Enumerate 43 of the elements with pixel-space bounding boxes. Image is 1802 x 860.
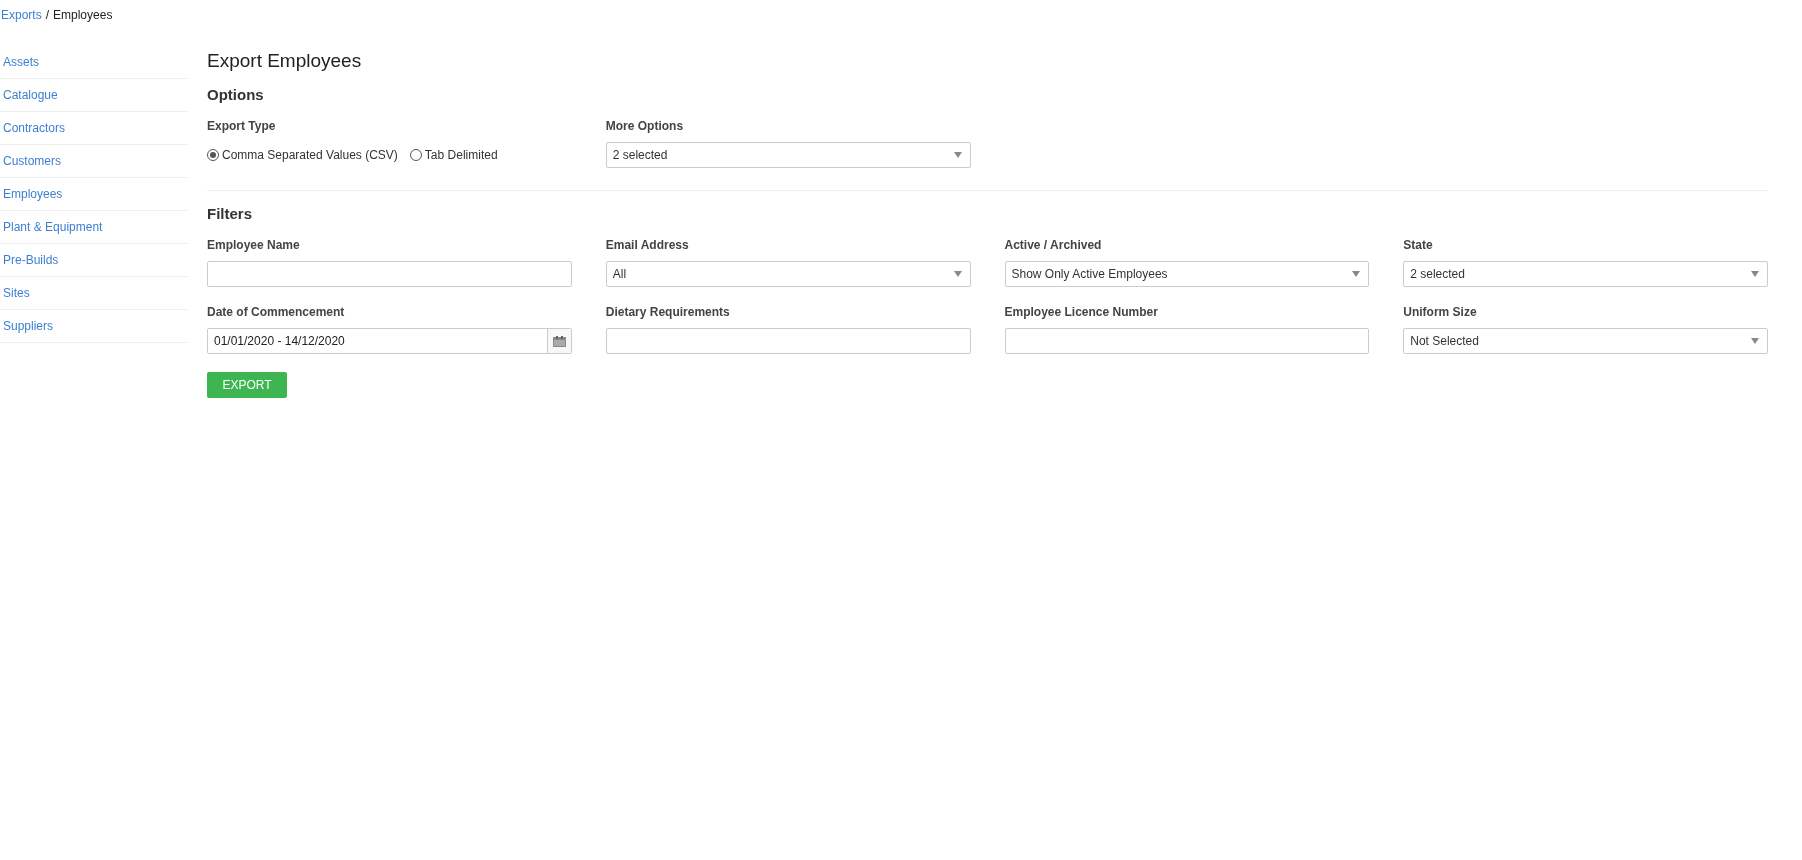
export-button[interactable]: EXPORT [207, 372, 287, 398]
input-field[interactable] [207, 261, 572, 287]
field-label: Email Address [605, 238, 690, 252]
sidebar-item[interactable]: Employees [0, 178, 188, 211]
dropdown[interactable]: 2 selected [605, 142, 971, 168]
caret-icon [953, 271, 962, 277]
sidebar-item[interactable]: Assets [0, 46, 188, 79]
dropdown[interactable]: All [605, 261, 971, 287]
radio-option[interactable]: Comma Separated Values (CSV) [207, 148, 398, 162]
dropdown[interactable]: 2 selected [1403, 261, 1768, 287]
dropdown[interactable]: Not Selected [1403, 328, 1768, 354]
caret-icon [953, 152, 962, 158]
sidebar-item[interactable]: Sites [0, 277, 188, 310]
field-label: State [1403, 238, 1434, 252]
sidebar-item[interactable]: Catalogue [0, 79, 188, 112]
field-label: More Options [605, 119, 685, 133]
field-label: Employee Name [207, 238, 301, 252]
input-field[interactable] [1004, 328, 1370, 354]
sidebar-item[interactable]: Suppliers [0, 310, 188, 343]
caret-icon [1352, 271, 1361, 277]
sidebar-item[interactable]: Pre-Builds [0, 244, 188, 277]
calendar-icon[interactable] [546, 329, 571, 353]
input-field[interactable] [605, 328, 971, 354]
breadcrumb-separator: / [45, 8, 50, 22]
dropdown[interactable]: Show Only Active Employees [1004, 261, 1370, 287]
sidebar-item[interactable]: Contractors [0, 112, 188, 145]
field-label: Export Type [207, 119, 277, 133]
field-label: Active / Archived [1004, 238, 1103, 252]
caret-icon [1751, 271, 1759, 277]
page-title: Export Employees [207, 50, 363, 72]
section-heading: Filters [207, 205, 253, 222]
breadcrumb-current: Employees [53, 8, 113, 22]
caret-icon [1751, 338, 1759, 344]
date-range-field[interactable]: 01/01/2020 - 14/12/2020 [207, 328, 572, 354]
breadcrumb-link[interactable]: Exports [1, 8, 42, 22]
sidebar-item[interactable]: Customers [0, 145, 188, 178]
field-label: Date of Commencement [207, 305, 346, 319]
field-label: Employee Licence Number [1004, 305, 1159, 319]
field-label: Uniform Size [1403, 305, 1478, 319]
section-heading: Options [207, 86, 265, 103]
radio-option[interactable]: Tab Delimited [409, 148, 498, 162]
field-label: Dietary Requirements [605, 305, 731, 319]
sidebar-item[interactable]: Plant & Equipment [0, 211, 188, 244]
